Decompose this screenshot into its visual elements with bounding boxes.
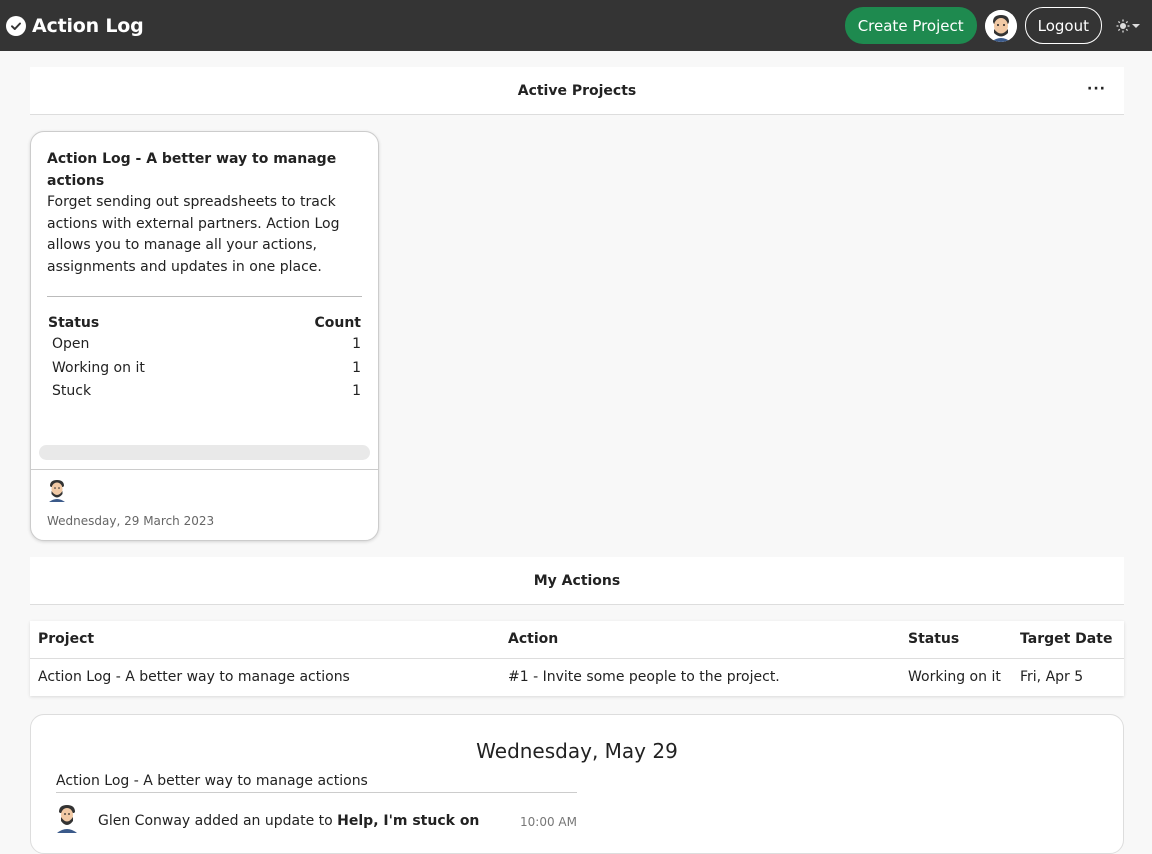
update-text: Glen Conway added an update to bbox=[98, 813, 338, 829]
cell-status: Working on it bbox=[908, 669, 1001, 686]
project-card[interactable]: Action Log - A better way to manage acti… bbox=[30, 131, 379, 541]
my-actions-header: My Actions bbox=[30, 557, 1124, 605]
create-project-button[interactable]: Create Project bbox=[844, 7, 977, 44]
status-count: 1 bbox=[352, 336, 361, 352]
my-actions-table: Project Action Status Target Date Action… bbox=[30, 621, 1124, 696]
update-action-link[interactable]: Help, I'm stuck on bbox=[337, 813, 479, 829]
timeline-date: Wednesday, May 29 bbox=[476, 739, 678, 763]
status-column-header: Status bbox=[48, 315, 100, 331]
update-time: 10:00 AM bbox=[520, 815, 577, 829]
check-circle-icon bbox=[6, 15, 26, 36]
sun-icon bbox=[1116, 19, 1130, 32]
project-description: Forget sending out spreadsheets to track… bbox=[47, 194, 340, 275]
timeline-item: Glen Conway added an update to Help, I'm… bbox=[56, 803, 577, 833]
active-projects-title: Active Projects bbox=[517, 82, 637, 99]
my-actions-table-container: Project Action Status Target Date Action… bbox=[30, 621, 1124, 696]
more-options-button[interactable]: ··· bbox=[1087, 81, 1106, 97]
status-count-table: Status Count Open 1 Working on it 1 Stuc… bbox=[47, 313, 362, 404]
status-row: Working on it 1 bbox=[47, 357, 362, 381]
column-header-project[interactable]: Project bbox=[30, 621, 500, 659]
my-actions-title: My Actions bbox=[533, 572, 621, 589]
status-count: 1 bbox=[352, 359, 361, 376]
theme-toggle[interactable] bbox=[1116, 19, 1140, 33]
cell-project[interactable]: Action Log - A better way to manage acti… bbox=[30, 658, 500, 696]
status-row: Stuck 1 bbox=[47, 380, 362, 404]
status-label: Working on it bbox=[52, 359, 145, 376]
active-projects-header: Active Projects ··· bbox=[30, 67, 1124, 115]
column-header-action[interactable]: Action bbox=[500, 621, 900, 659]
card-divider bbox=[47, 296, 362, 297]
project-title[interactable]: Action Log - A better way to manage acti… bbox=[47, 148, 362, 192]
timeline-update-text: Glen Conway added an update to Help, I'm… bbox=[98, 813, 520, 829]
table-row[interactable]: Action Log - A better way to manage acti… bbox=[30, 658, 1124, 696]
status-count: 1 bbox=[352, 383, 361, 399]
timeline-project[interactable]: Action Log - A better way to manage acti… bbox=[56, 773, 577, 793]
member-avatar[interactable] bbox=[47, 478, 67, 502]
project-progress-bar bbox=[39, 445, 370, 460]
user-avatar[interactable] bbox=[984, 9, 1017, 42]
column-header-target-date[interactable]: Target Date bbox=[1012, 621, 1124, 659]
brand-title: Action Log bbox=[32, 14, 144, 37]
cell-target-date: Fri, Apr 5 bbox=[1020, 669, 1084, 686]
status-row: Open 1 bbox=[47, 333, 362, 357]
navbar: Action Log Create Project Logout bbox=[0, 0, 1152, 51]
brand-link[interactable]: Action Log bbox=[6, 15, 144, 37]
column-header-status[interactable]: Status bbox=[900, 621, 1012, 659]
activity-timeline: Wednesday, May 29 Action Log - A better … bbox=[30, 714, 1124, 854]
project-date: Wednesday, 29 March 2023 bbox=[47, 514, 215, 528]
count-column-header: Count bbox=[314, 315, 361, 331]
update-author-avatar[interactable] bbox=[56, 803, 78, 833]
cell-action[interactable]: #1 - Invite some people to the project. bbox=[500, 658, 900, 696]
status-label: Open bbox=[52, 336, 90, 352]
logout-button[interactable]: Logout bbox=[1024, 7, 1102, 44]
status-label: Stuck bbox=[52, 383, 92, 399]
chevron-down-icon bbox=[1132, 23, 1140, 28]
card-footer: Wednesday, 29 March 2023 bbox=[31, 469, 378, 536]
